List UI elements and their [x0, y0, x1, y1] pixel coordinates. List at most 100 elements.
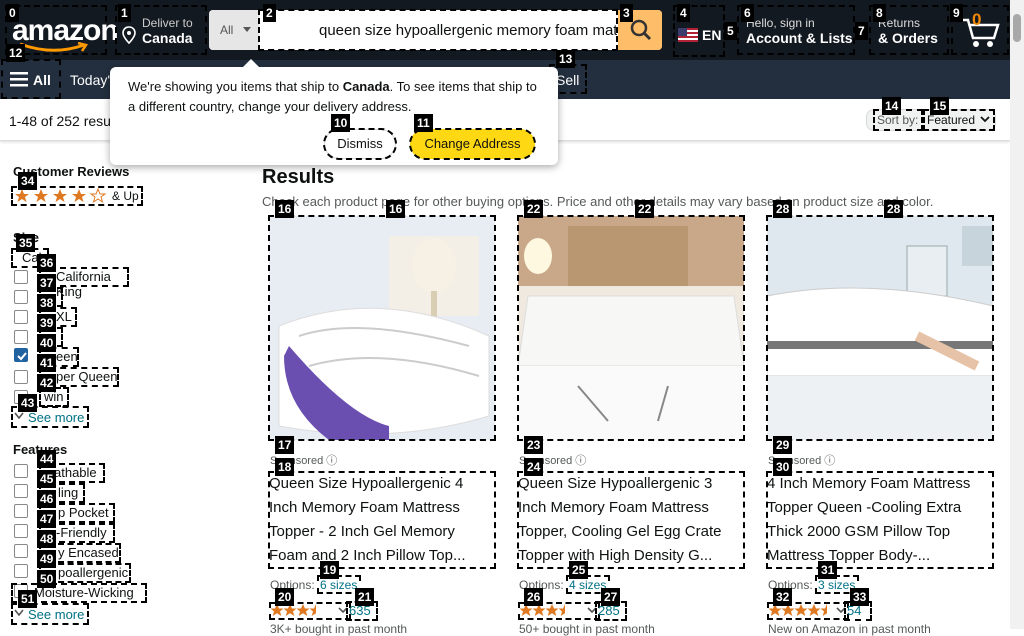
deliver-country: Canada [142, 30, 193, 46]
feature-checkbox[interactable] [14, 544, 28, 558]
results-subtext: Check each product page for other buying… [262, 194, 934, 209]
scrollbar-thumb[interactable] [1013, 14, 1021, 42]
som-label: 48 [37, 530, 57, 548]
som-label: 13 [556, 50, 576, 68]
som-label: 1 [118, 4, 131, 22]
cart-count: 0 [972, 10, 982, 29]
som-label: 3 [620, 4, 633, 22]
som-label: 16 [386, 200, 406, 218]
sell-label: Sell [556, 72, 580, 88]
som-label: 34 [18, 172, 38, 190]
feature-checkbox[interactable] [14, 484, 28, 498]
info-icon: ⓘ [575, 455, 587, 467]
popover-caret [242, 59, 260, 68]
som-label: 7 [855, 22, 868, 40]
smile-arrow-icon [19, 42, 88, 52]
som-label: 25 [569, 561, 589, 579]
us-flag-icon [678, 28, 698, 42]
all-menu-button[interactable]: All [1, 59, 61, 99]
som-label: 41 [37, 354, 57, 372]
account-lists[interactable]: Hello, sign in Account & Lists [737, 5, 855, 55]
feature-label: y Encased [58, 545, 119, 560]
popover-text-1: We're showing you items that ship to [128, 79, 343, 94]
search-input-wrap[interactable] [258, 9, 618, 51]
som-label: 31 [818, 561, 838, 579]
som-label: 20 [275, 588, 295, 606]
product-photo [269, 216, 495, 440]
product-image-3[interactable] [766, 215, 994, 441]
size-checkbox[interactable] [14, 330, 28, 344]
som-label: 22 [524, 200, 544, 218]
hamburger-icon [10, 72, 28, 87]
som-label: 15 [930, 97, 950, 115]
feature-label: p Pocket [58, 505, 109, 520]
som-label: 19 [320, 561, 340, 579]
bought-text: New on Amazon in past month [768, 622, 931, 636]
product-image-1[interactable] [268, 215, 496, 441]
som-label: 28 [884, 200, 904, 218]
som-label: 37 [37, 274, 57, 292]
som-label: 4 [677, 4, 690, 22]
search-input[interactable] [309, 10, 617, 50]
som-label: 14 [882, 97, 902, 115]
results-count: 1-48 of 252 resu [9, 113, 111, 129]
results-heading: Results [262, 166, 335, 188]
product-title-3[interactable]: 4 Inch Memory Foam Mattress Topper Queen… [766, 471, 994, 569]
som-label: 46 [37, 490, 57, 508]
som-label: 21 [355, 588, 375, 606]
product-title-1[interactable]: Queen Size Hypoallergenic 4 Inch Memory … [268, 471, 496, 569]
som-label: 16 [275, 200, 295, 218]
som-label: 38 [37, 294, 57, 312]
chevron-down-icon [338, 607, 348, 614]
product-image-2[interactable] [517, 215, 745, 441]
feature-checkbox[interactable] [14, 504, 28, 518]
som-label: 49 [37, 550, 57, 568]
size-checkbox-checked[interactable] [14, 348, 28, 362]
som-label: 30 [773, 458, 793, 476]
som-label: 12 [6, 44, 26, 62]
som-label: 27 [601, 588, 621, 606]
popover-country: Canada [342, 79, 390, 94]
size-label: XL [56, 309, 72, 324]
dismiss-button[interactable]: Dismiss [323, 128, 397, 160]
som-label: 10 [331, 114, 351, 132]
change-address-button[interactable]: Change Address [409, 128, 536, 160]
product-photo [767, 216, 993, 440]
feature-checkbox[interactable] [14, 464, 28, 478]
feature-label: poallergenic [58, 565, 129, 580]
star-rating-icon [15, 188, 107, 204]
som-label: 51 [18, 590, 38, 608]
chevron-down-icon [243, 27, 251, 32]
size-checkbox[interactable] [14, 290, 28, 304]
feature-checkbox[interactable] [14, 564, 28, 578]
som-label: 36 [37, 254, 57, 272]
size-checkbox[interactable] [14, 270, 28, 284]
search-category-select[interactable]: All [209, 10, 259, 50]
som-label: 5 [724, 22, 737, 40]
search-icon [630, 19, 652, 41]
see-more-label: See more [28, 607, 85, 622]
size-checkbox[interactable] [14, 370, 28, 384]
search-category-label: All [220, 23, 234, 37]
som-label: 2 [263, 4, 276, 22]
page-scrollbar[interactable] [1010, 0, 1024, 629]
size-label: California King [56, 269, 111, 299]
som-label: 29 [773, 436, 793, 454]
chevron-down-icon [14, 412, 24, 420]
info-icon: ⓘ [824, 455, 836, 467]
size-label: een [56, 349, 78, 364]
size-checkbox[interactable] [14, 310, 28, 324]
som-label: 43 [18, 394, 38, 412]
bought-text: 3K+ bought in past month [270, 622, 408, 636]
som-label: 33 [850, 588, 870, 606]
feature-label: -Friendly [56, 525, 107, 540]
feature-checkbox[interactable] [14, 524, 28, 538]
chevron-down-icon [14, 609, 24, 617]
info-icon: ⓘ [326, 455, 338, 467]
hello-text: Hello, sign in [746, 16, 815, 30]
product-title-2[interactable]: Queen Size Hypoallergenic 3 Inch Memory … [517, 471, 745, 569]
som-label: 28 [773, 200, 793, 218]
som-label: 18 [275, 458, 295, 476]
check-icon [17, 352, 27, 361]
sort-label: Sort by: [877, 113, 919, 127]
